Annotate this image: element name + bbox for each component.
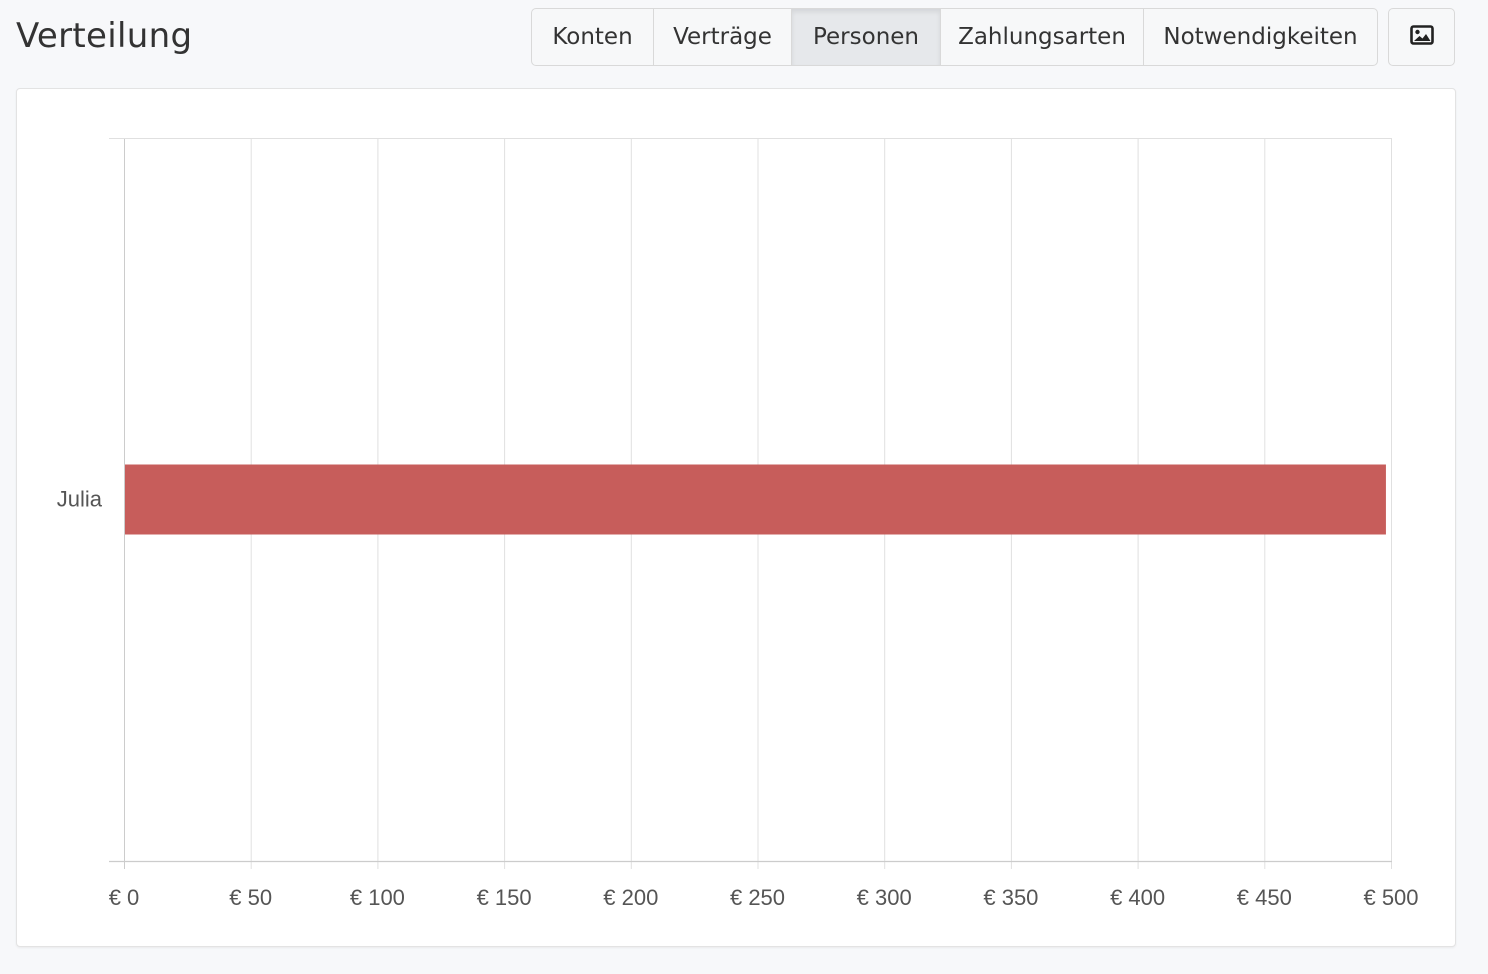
page-title: Verteilung	[16, 16, 193, 56]
y-category-label: Julia	[57, 487, 103, 512]
distribution-tab-group: Konten Verträge Personen Zahlungsarten N…	[531, 8, 1378, 66]
tab-notwendigkeiten[interactable]: Notwendigkeiten	[1144, 9, 1377, 65]
x-tick-label: € 0	[109, 885, 140, 910]
x-tick-label: € 500	[1363, 885, 1418, 910]
page: Verteilung Konten Verträge Personen Zahl…	[0, 0, 1488, 974]
x-tick-label: € 50	[229, 885, 272, 910]
x-tick-label: € 450	[1237, 885, 1292, 910]
x-tick-label: € 250	[730, 885, 785, 910]
chart-card: € 0 € 50 € 100 € 150 € 200 € 250 € 300 € 350 € 4…	[16, 88, 1456, 947]
tab-personen[interactable]: Personen	[792, 9, 941, 65]
x-tick-label: € 200	[603, 885, 658, 910]
export-image-button[interactable]	[1388, 8, 1455, 66]
bar-julia	[125, 464, 1386, 535]
x-tick-label: € 300	[857, 885, 912, 910]
x-tick-label: € 150	[477, 885, 532, 910]
tab-zahlungsarten[interactable]: Zahlungsarten	[941, 9, 1144, 65]
tab-vertraege[interactable]: Verträge	[654, 9, 792, 65]
bar-chart: € 0 € 50 € 100 € 150 € 200 € 250 € 300 € 350 € 4…	[57, 138, 1419, 910]
tab-konten[interactable]: Konten	[532, 9, 654, 65]
x-tick-label: € 400	[1110, 885, 1165, 910]
x-tick-label: € 100	[350, 885, 405, 910]
x-tick-label: € 350	[983, 885, 1038, 910]
image-icon	[1409, 25, 1434, 49]
